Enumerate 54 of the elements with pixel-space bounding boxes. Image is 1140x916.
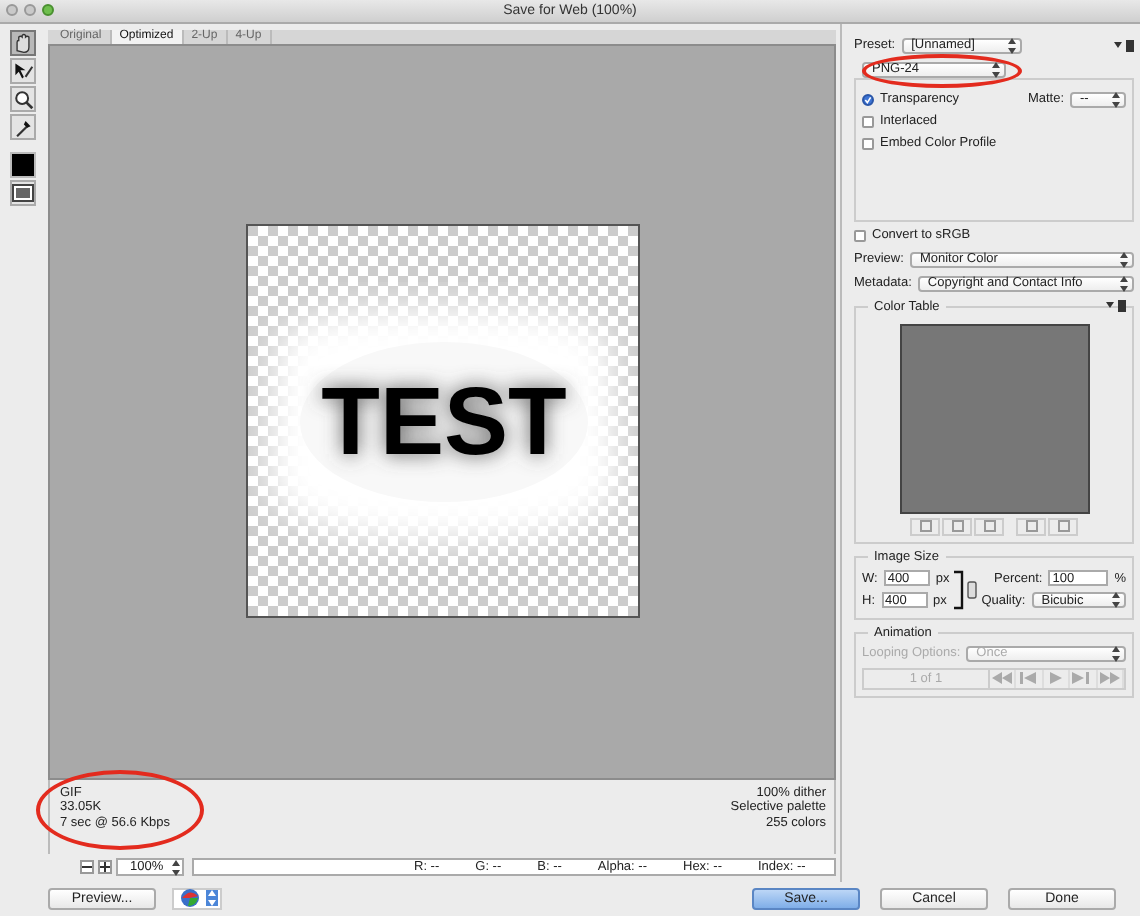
stepper-icon bbox=[1112, 592, 1120, 609]
last-frame-button[interactable] bbox=[1097, 669, 1125, 688]
color-swatch[interactable] bbox=[9, 151, 35, 178]
hand-tool-button[interactable] bbox=[9, 29, 35, 56]
stepper-icon bbox=[1112, 91, 1120, 108]
rewind-icon bbox=[992, 672, 1013, 685]
window-zoom-button[interactable] bbox=[42, 4, 54, 17]
checkbox[interactable] bbox=[854, 229, 866, 242]
frame-icon bbox=[11, 183, 33, 202]
map-color-button[interactable] bbox=[910, 517, 940, 536]
square-icon bbox=[919, 520, 931, 533]
eyedropper-tool-button[interactable] bbox=[9, 113, 35, 140]
stepper-icon bbox=[208, 890, 216, 907]
window-minimize-button[interactable] bbox=[24, 4, 36, 17]
zoom-tool-button[interactable] bbox=[9, 85, 35, 112]
rewind-icon bbox=[1019, 672, 1040, 685]
zoom-out-button[interactable] bbox=[80, 860, 94, 875]
check-icon bbox=[864, 93, 872, 106]
minus-icon bbox=[82, 862, 92, 873]
checkbox[interactable] bbox=[862, 115, 874, 128]
plus-icon bbox=[100, 862, 110, 873]
link-icon[interactable] bbox=[953, 567, 978, 612]
play-icon bbox=[1046, 672, 1067, 685]
preview-text: TEST bbox=[320, 370, 566, 477]
square-icon bbox=[951, 520, 963, 533]
stepper-icon bbox=[1112, 645, 1120, 662]
lock-color-button[interactable] bbox=[974, 517, 1004, 536]
stepper-icon bbox=[172, 859, 180, 876]
previous-frame-button[interactable] bbox=[1016, 669, 1044, 688]
stepper-icon bbox=[992, 61, 1000, 78]
checkbox[interactable] bbox=[862, 137, 874, 150]
checkbox[interactable] bbox=[862, 93, 874, 106]
hand-icon bbox=[11, 29, 33, 56]
web-color-button[interactable] bbox=[942, 517, 972, 536]
zoom-in-button[interactable] bbox=[98, 860, 112, 875]
square-icon bbox=[1025, 520, 1037, 533]
zoom-icon bbox=[11, 85, 33, 112]
delete-color-button[interactable] bbox=[1048, 517, 1078, 536]
new-color-button[interactable] bbox=[1016, 517, 1046, 536]
window-close-button[interactable] bbox=[6, 4, 18, 17]
first-frame-button[interactable] bbox=[990, 669, 1017, 688]
panel-menu-icon[interactable] bbox=[1106, 300, 1126, 313]
stepper-icon bbox=[1120, 251, 1128, 268]
panel-menu-icon[interactable] bbox=[1114, 39, 1134, 52]
forward-icon bbox=[1099, 672, 1120, 685]
browser-icon bbox=[180, 888, 200, 909]
forward-icon bbox=[1072, 672, 1093, 685]
slice-visibility-button[interactable] bbox=[9, 179, 35, 206]
square-icon bbox=[1057, 520, 1069, 533]
stepper-icon bbox=[1120, 275, 1128, 292]
browser-dropdown[interactable] bbox=[172, 887, 222, 910]
next-frame-button[interactable] bbox=[1070, 669, 1098, 688]
square-icon bbox=[983, 520, 995, 533]
stepper-icon bbox=[1007, 37, 1016, 54]
